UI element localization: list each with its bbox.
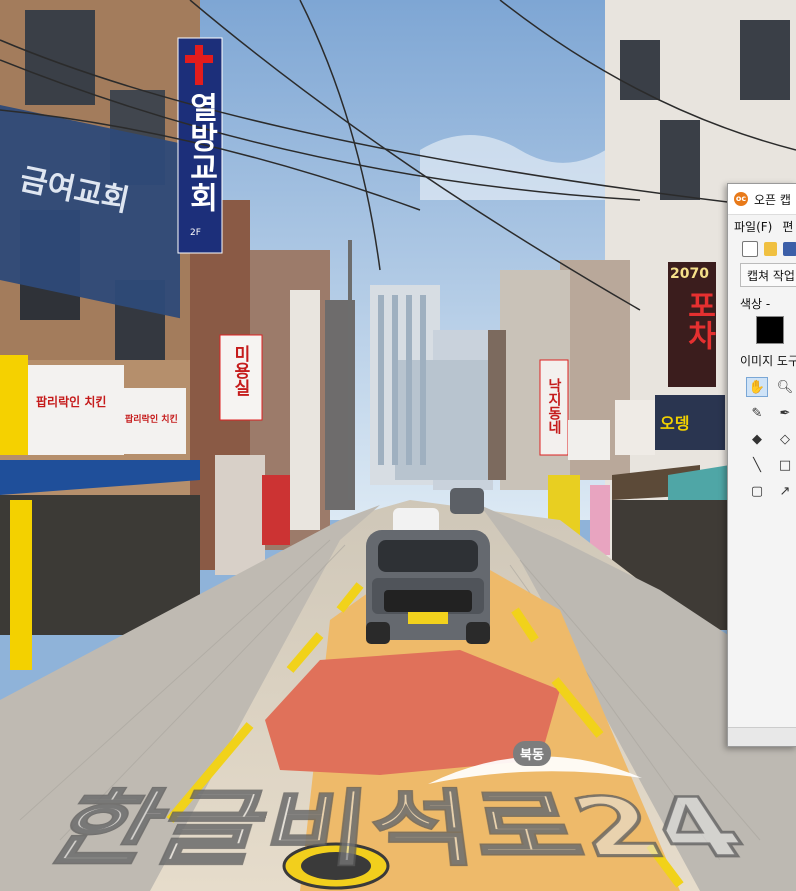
app-titlebar[interactable]: oc 오픈 캡 xyxy=(728,184,796,215)
capture-task-button[interactable]: 캡쳐 작업 xyxy=(740,263,796,287)
rectangle-icon[interactable]: □ xyxy=(774,455,796,475)
app-logo-icon: oc xyxy=(734,192,748,206)
church-vertical-sign: 열방교회 xyxy=(183,92,218,212)
nakji-sign: 낙지동네 xyxy=(546,378,562,434)
status-bar xyxy=(728,727,796,746)
rounded-rectangle-icon[interactable]: ▢ xyxy=(746,481,768,501)
pencil-icon[interactable]: ✎ xyxy=(746,403,768,423)
beauty-salon-sign: 미용실 xyxy=(230,345,250,396)
pocha-sign: 포차 xyxy=(681,290,716,350)
new-file-icon[interactable] xyxy=(742,241,758,257)
app-title: 오픈 캡 xyxy=(754,192,791,207)
line-icon[interactable]: ╲ xyxy=(746,455,768,475)
street-view-scene[interactable]: 열방교회 2F 금여교회 팝리락인 치킨 팝리락인 치킨 미용실 2070 포차… xyxy=(0,0,796,891)
color-picker-icon[interactable]: ↗ xyxy=(774,481,796,501)
suv-car xyxy=(366,530,490,644)
pocha-number: 2070 xyxy=(670,266,709,282)
image-tools-label: 이미지 도구 xyxy=(740,354,796,368)
right-shop-sign: 오뎅 xyxy=(660,414,690,433)
color-swatch[interactable] xyxy=(756,316,784,344)
menu-file[interactable]: 파일(F) xyxy=(734,218,772,235)
brush-icon[interactable]: ✒ xyxy=(774,403,796,423)
menu-edit[interactable]: 편 xyxy=(782,218,793,235)
capture-app-window[interactable]: oc 오픈 캡 파일(F) 편 캡쳐 작업 색상 - 이미지 도구 ✋ 🔍︎ ✎ ✒ ◆… xyxy=(727,183,796,747)
open-folder-icon[interactable] xyxy=(763,242,778,256)
color-label: 색상 - xyxy=(740,297,771,311)
file-toolbar xyxy=(728,237,796,261)
hand-icon[interactable]: ✋ xyxy=(746,377,768,397)
save-icon[interactable] xyxy=(783,242,796,256)
church-floor-text: 2F xyxy=(190,228,201,238)
chicken-sign-1: 팝리락인 치킨 xyxy=(36,395,107,409)
menu-bar: 파일(F) 편 xyxy=(728,215,796,237)
tool-grid: ✋ 🔍︎ ✎ ✒ ◆ ◇ ╲ □ ▢ ↗ xyxy=(728,369,796,501)
eraser-icon[interactable]: ◇ xyxy=(774,429,796,449)
chicken-sign-2: 팝리락인 치킨 xyxy=(125,415,178,425)
paint-bucket-icon[interactable]: ◆ xyxy=(746,429,768,449)
magnifier-icon[interactable]: 🔍︎ xyxy=(774,377,796,397)
direction-badge: 북동 xyxy=(513,741,551,766)
